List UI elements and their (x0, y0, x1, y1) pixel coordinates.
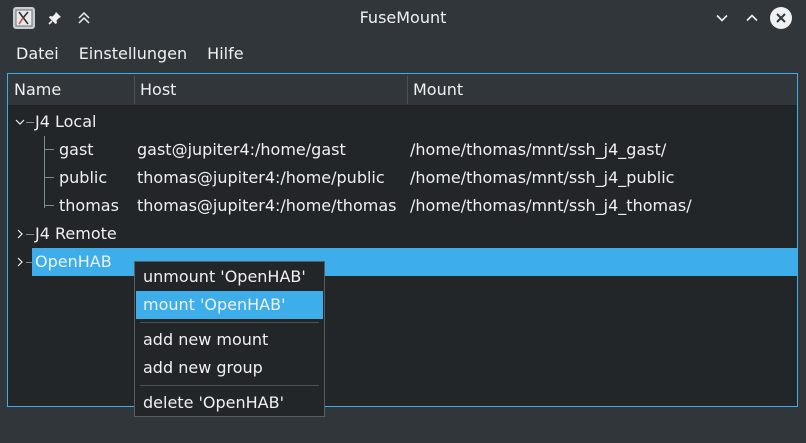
tree-branch-line (26, 262, 32, 263)
chevron-right-icon[interactable] (14, 228, 26, 240)
mount-host: thomas@jupiter4:/home/public (137, 168, 385, 187)
minimize-icon[interactable] (710, 6, 734, 30)
pin-icon[interactable] (43, 6, 67, 30)
mount-host: thomas@jupiter4:/home/thomas (137, 196, 397, 215)
keep-above-icon[interactable] (72, 6, 96, 30)
column-header-mount[interactable]: Mount (407, 74, 797, 105)
menu-item-delete[interactable]: delete 'OpenHAB' (136, 389, 323, 417)
tree-group-row[interactable]: J4 Local (8, 108, 797, 136)
tree-header: Name Host Mount (8, 74, 797, 106)
menu-item-add-new-group[interactable]: add new group (136, 354, 323, 382)
menu-hilfe[interactable]: Hilfe (197, 38, 253, 70)
tree-group-row[interactable]: J4 Remote (8, 220, 797, 248)
context-menu: unmount 'OpenHAB' mount 'OpenHAB' add ne… (134, 261, 325, 417)
title-bar[interactable]: FuseMount (0, 0, 806, 36)
menu-separator (140, 322, 319, 323)
group-name: J4 Remote (35, 224, 117, 243)
tree-branch-line (26, 234, 34, 235)
app-icon[interactable] (13, 7, 35, 29)
menu-einstellungen[interactable]: Einstellungen (69, 38, 197, 70)
mount-host: gast@jupiter4:/home/gast (137, 140, 346, 159)
mount-name: public (59, 168, 108, 187)
mount-name: gast (59, 140, 94, 159)
tree-branch-line (26, 122, 34, 123)
tree-row[interactable]: thomas thomas@jupiter4:/home/thomas /hom… (8, 192, 797, 220)
mount-path: /home/thomas/mnt/ssh_j4_public (410, 168, 675, 187)
maximize-icon[interactable] (740, 6, 764, 30)
column-header-name[interactable]: Name (8, 74, 134, 105)
window-title: FuseMount (359, 8, 447, 27)
chevron-down-icon[interactable] (14, 116, 26, 128)
tree-group-row[interactable]: OpenHAB (8, 248, 797, 276)
tree-row[interactable]: gast gast@jupiter4:/home/gast /home/thom… (8, 136, 797, 164)
fusemount-window: FuseMount Datei Einstellungen Hilfe Name (0, 0, 806, 443)
mount-name: thomas (59, 196, 119, 215)
group-name: J4 Local (35, 112, 97, 131)
menu-item-add-new-mount[interactable]: add new mount (136, 326, 323, 354)
menu-separator (140, 385, 319, 386)
mount-path: /home/thomas/mnt/ssh_j4_thomas/ (410, 196, 692, 215)
chevron-right-icon[interactable] (14, 256, 26, 268)
menu-bar: Datei Einstellungen Hilfe (0, 38, 806, 70)
tree-row[interactable]: public thomas@jupiter4:/home/public /hom… (8, 164, 797, 192)
column-header-host[interactable]: Host (134, 74, 407, 105)
group-name: OpenHAB (35, 252, 112, 271)
menu-datei[interactable]: Datei (0, 38, 69, 70)
menu-item-unmount[interactable]: unmount 'OpenHAB' (136, 263, 323, 291)
menu-item-mount[interactable]: mount 'OpenHAB' (136, 291, 323, 319)
mount-path: /home/thomas/mnt/ssh_j4_gast/ (410, 140, 667, 159)
close-icon[interactable] (769, 6, 793, 30)
mount-tree-view[interactable]: Name Host Mount J4 Local gast gast@jupit… (7, 73, 798, 407)
